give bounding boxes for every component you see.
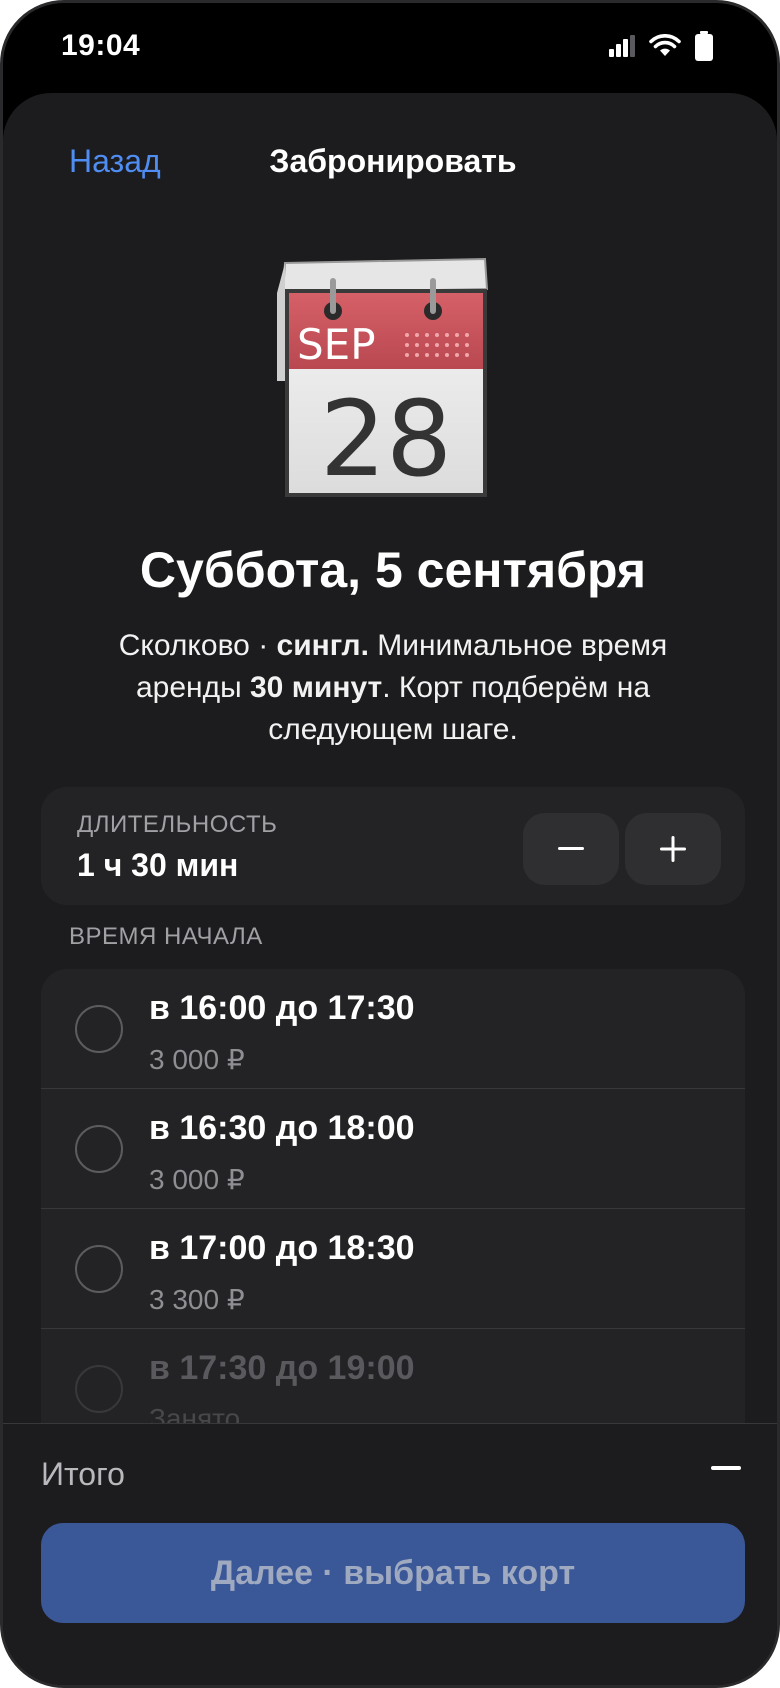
wifi-icon — [649, 34, 681, 56]
duration-value: 1 ч 30 мин — [77, 847, 239, 883]
slot-time: в 17:00 до 18:30 — [149, 1229, 415, 1267]
total-empty-dash — [711, 1466, 741, 1470]
next-button[interactable]: Далее · выбрать корт — [41, 1523, 745, 1623]
battery-icon — [695, 31, 713, 61]
duration-label: ДЛИТЕЛЬНОСТЬ — [77, 811, 278, 838]
slot-time: в 17:30 до 19:00 — [149, 1349, 415, 1387]
slot-radio[interactable] — [75, 1125, 123, 1173]
plus-icon — [660, 836, 686, 862]
slot-radio[interactable] — [75, 1005, 123, 1053]
phone-frame: 19:04 Назад Забронировать SEP 28 Суббота… — [0, 0, 780, 1688]
start-time-label: ВРЕМЯ НАЧАЛА — [69, 923, 263, 950]
slot-time: в 16:30 до 18:00 — [149, 1109, 415, 1147]
slot-price: 3 000 ₽ — [149, 1164, 245, 1195]
time-slot[interactable]: в 16:30 до 18:00 3 000 ₽ — [41, 1089, 745, 1209]
slot-radio — [75, 1365, 123, 1413]
page-title: Забронировать — [269, 143, 517, 179]
time-slot-unavailable: в 17:30 до 19:00 Занято — [41, 1329, 745, 1423]
description-min-time: 30 минут — [250, 671, 383, 704]
description-text: Сколково · — [118, 629, 277, 662]
cellular-signal-icon — [609, 35, 635, 57]
calendar-icon: SEP 28 — [277, 257, 489, 500]
time-slot[interactable]: в 17:00 до 18:30 3 300 ₽ — [41, 1209, 745, 1329]
slot-radio[interactable] — [75, 1245, 123, 1293]
duration-card: ДЛИТЕЛЬНОСТЬ 1 ч 30 мин — [41, 787, 745, 905]
calendar-month: SEP — [297, 320, 376, 369]
minus-icon — [558, 847, 584, 850]
booking-description: Сколково · сингл. Минимальное время арен… — [73, 625, 713, 751]
time-slot[interactable]: в 16:00 до 17:30 3 000 ₽ — [41, 969, 745, 1089]
slot-price: 3 300 ₽ — [149, 1284, 245, 1315]
description-format: сингл. — [276, 629, 369, 662]
time-slot-list: в 16:00 до 17:30 3 000 ₽ в 16:30 до 18:0… — [41, 969, 745, 1423]
duration-increase-button[interactable] — [625, 813, 721, 885]
status-time: 19:04 — [61, 29, 141, 62]
total-label: Итого — [41, 1456, 125, 1492]
date-title: Суббота, 5 сентября — [139, 542, 647, 598]
slot-time: в 16:00 до 17:30 — [149, 989, 415, 1027]
slot-status: Занято — [149, 1403, 241, 1423]
status-icons — [609, 31, 713, 61]
calendar-day: 28 — [320, 378, 452, 500]
slot-price: 3 000 ₽ — [149, 1044, 245, 1075]
status-bar: 19:04 — [3, 3, 777, 93]
duration-decrease-button[interactable] — [523, 813, 619, 885]
